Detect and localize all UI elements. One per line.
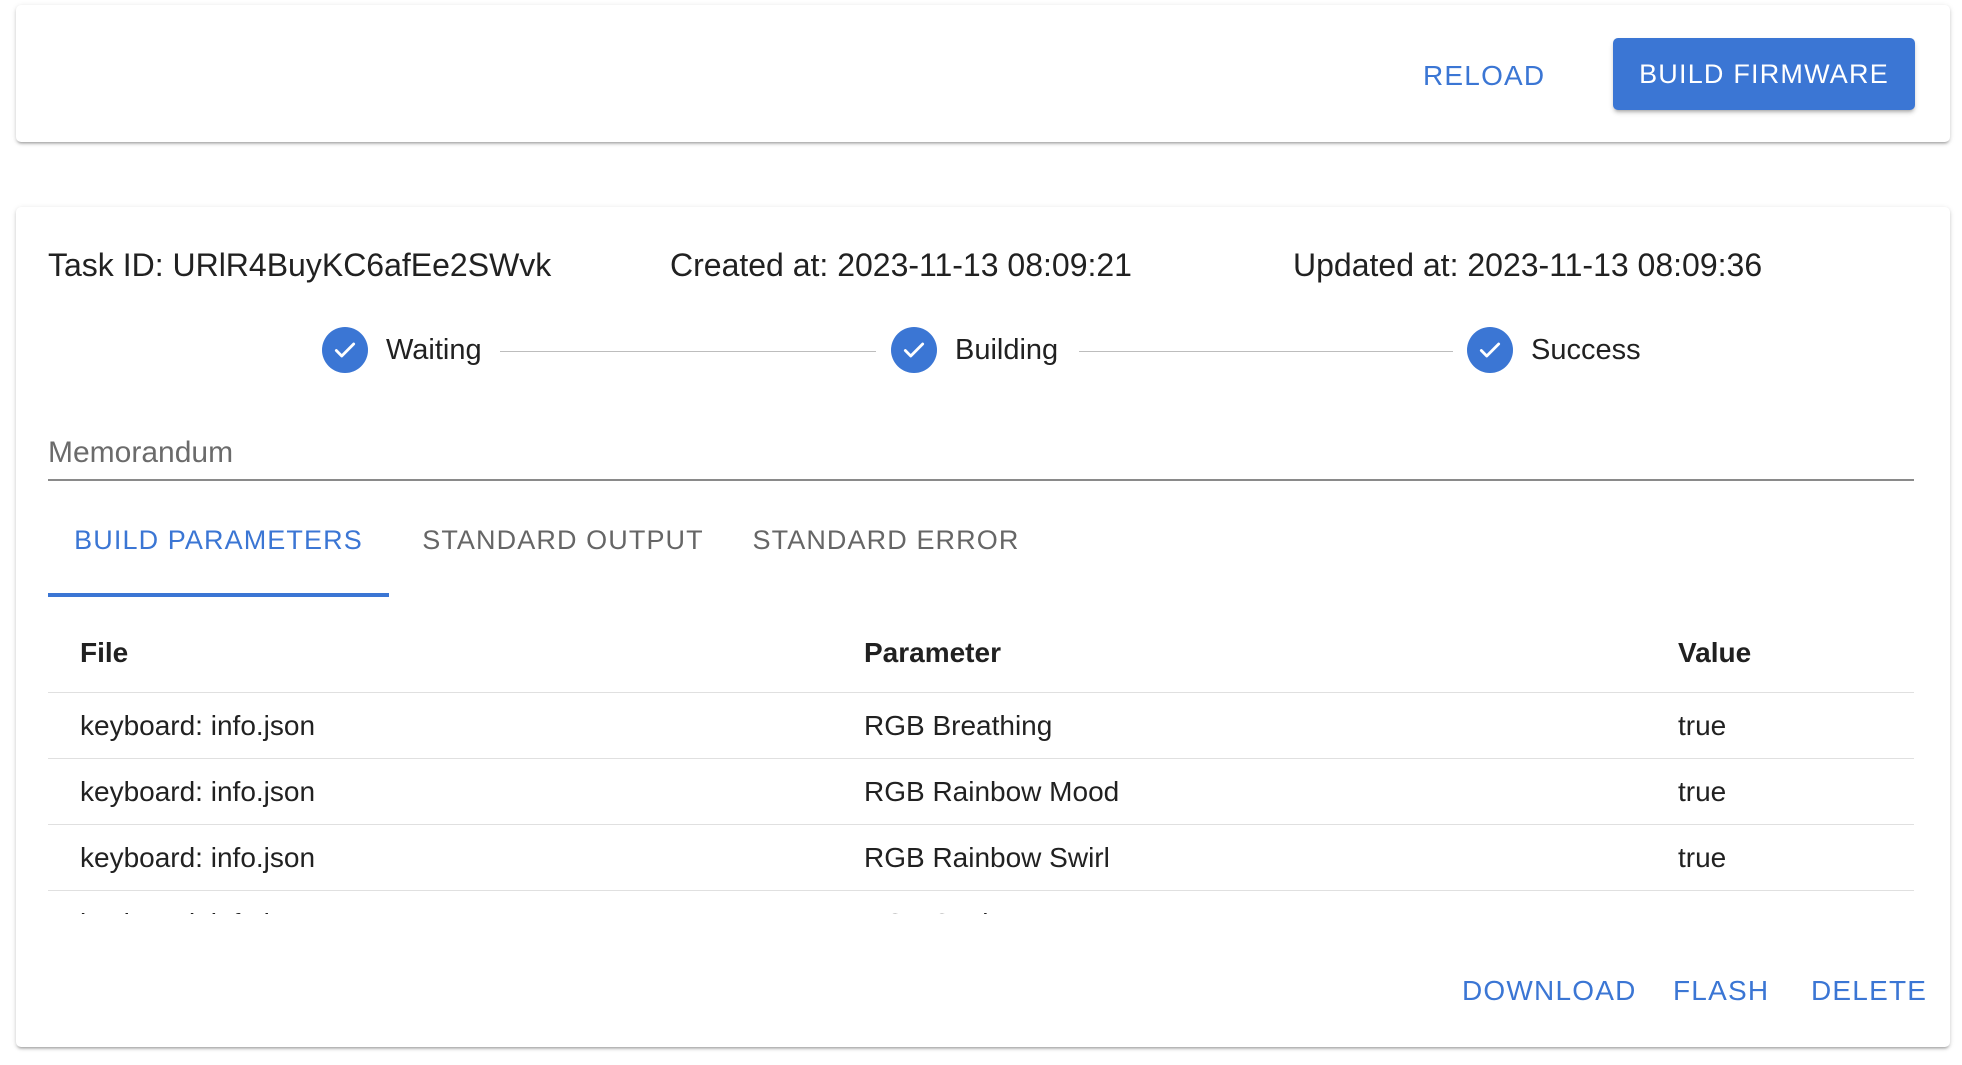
step-label: Success [1531,333,1641,366]
toolbar-card: RELOAD BUILD FIRMWARE [16,5,1950,142]
updated-at: Updated at: 2023-11-13 08:09:36 [1293,247,1763,283]
tab-standard-output[interactable]: STANDARD OUTPUT [402,502,724,578]
table-header-row: File Parameter Value [48,614,1914,693]
cell-file: keyboard: info.json [48,758,832,825]
step-building: Building [891,326,1058,374]
check-icon [891,327,937,373]
cell-parameter: RGB Breathing [832,692,1646,759]
check-icon [1467,327,1513,373]
parameters-table[interactable]: File Parameter Value keyboard: info.json… [48,614,1914,914]
active-tab-indicator [48,593,389,597]
step-waiting: Waiting [322,326,482,374]
cell-file: keyboard: info.json [48,692,832,759]
cell-value: true [1646,692,1914,759]
check-icon [322,327,368,373]
step-label: Waiting [386,333,482,366]
task-id: Task ID: URlR4BuyKC6afEe2SWvk [48,247,552,283]
table-row: keyboard: info.json RGB Rainbow Swirl tr… [48,824,1914,891]
step-success: Success [1467,326,1641,374]
reload-button[interactable]: RELOAD [1423,60,1545,92]
column-header-file: File [48,614,832,693]
cell-parameter: RGB Snake [832,890,1646,914]
table-row: keyboard: info.json RGB Breathing true [48,692,1914,759]
step-connector [500,351,876,352]
cell-parameter: RGB Rainbow Swirl [832,824,1646,891]
cell-file: keyboard: info.json [48,824,832,891]
tab-standard-error[interactable]: STANDARD ERROR [728,502,1044,578]
created-at: Created at: 2023-11-13 08:09:21 [670,247,1132,283]
step-label: Building [955,333,1059,366]
cell-parameter: RGB Rainbow Mood [832,758,1646,825]
table-row: keyboard: info.json RGB Snake true [48,890,1914,914]
flash-button[interactable]: FLASH [1673,975,1769,1007]
table-row: keyboard: info.json RGB Rainbow Mood tru… [48,758,1914,825]
tab-build-parameters[interactable]: BUILD PARAMETERS [48,502,389,578]
delete-button[interactable]: DELETE [1811,975,1927,1007]
task-card: Task ID: URlR4BuyKC6afEe2SWvk Created at… [16,207,1950,1047]
step-connector [1079,351,1453,352]
cell-value: true [1646,890,1914,914]
build-firmware-button[interactable]: BUILD FIRMWARE [1613,38,1915,110]
column-header-parameter: Parameter [832,614,1646,693]
cell-value: true [1646,824,1914,891]
download-button[interactable]: DOWNLOAD [1462,975,1637,1007]
cell-value: true [1646,758,1914,825]
memorandum-input[interactable] [48,427,1914,481]
column-header-value: Value [1646,614,1914,693]
cell-file: keyboard: info.json [48,890,832,914]
